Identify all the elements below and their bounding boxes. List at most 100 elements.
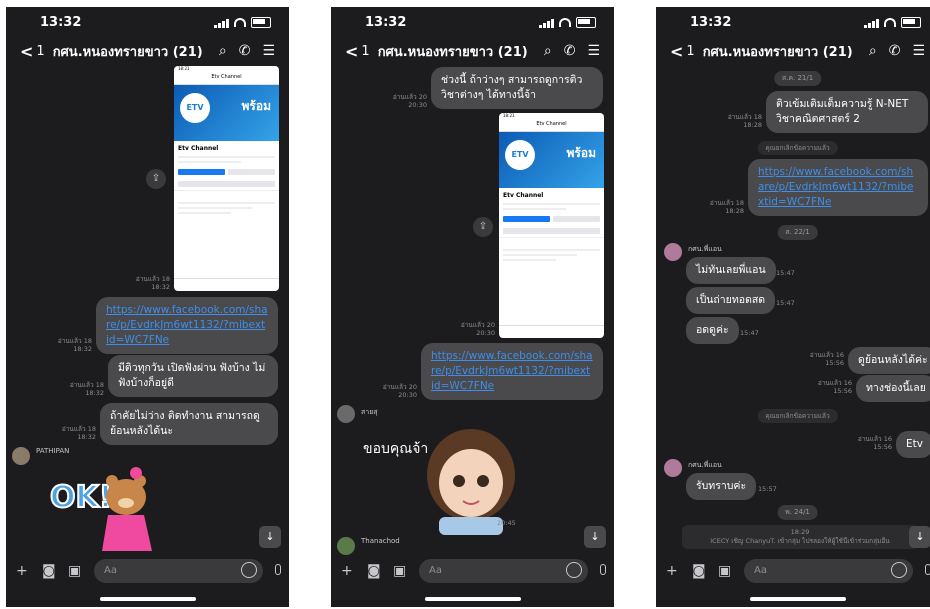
- facebook-screenshot-image[interactable]: 18:21 Etv Channel ETV พร้อม Etv Channel: [174, 66, 279, 291]
- read-meta: อ่านแล้ว 18 18:32: [61, 425, 96, 441]
- read-meta: อ่านแล้ว 20 20:30: [460, 321, 495, 337]
- microphone-icon[interactable]: [600, 564, 606, 575]
- camera-icon[interactable]: ◙: [42, 563, 56, 579]
- image-icon[interactable]: ▣: [718, 563, 731, 579]
- etv-logo: ETV: [505, 140, 535, 170]
- camera-icon[interactable]: ◙: [367, 563, 381, 579]
- avatar[interactable]: [337, 405, 355, 423]
- back-chevron-icon[interactable]: <: [345, 42, 358, 61]
- message-bubble[interactable]: ช่วงนี้ ถ้าว่างๆ สามารถดูการติววิชาต่างๆ…: [431, 67, 603, 109]
- emoji-icon[interactable]: [566, 562, 582, 578]
- chat-title: กศน.หนองทรายขาว (21): [702, 44, 853, 60]
- link-bubble[interactable]: https://www.facebook.com/share/p/EvdrkJm…: [748, 159, 928, 216]
- input-placeholder: Aa: [754, 565, 767, 576]
- message-input[interactable]: Aa: [94, 559, 263, 583]
- home-indicator: [424, 597, 521, 601]
- menu-icon[interactable]: ☰: [912, 43, 925, 59]
- cover-text: พร้อม: [566, 146, 596, 160]
- message-bubble[interactable]: มีติวทุกวัน เปิดฟังผ่าน ฟังบ้าง ไม่ฟังบ้…: [108, 355, 278, 397]
- message-bubble[interactable]: ทางช่องนี้เลย: [856, 375, 930, 402]
- message-input[interactable]: Aa: [419, 559, 588, 583]
- back-chevron-icon[interactable]: <: [670, 42, 683, 61]
- message-bubble[interactable]: อดดูค่ะ: [686, 317, 739, 344]
- signal-icon: [214, 18, 229, 28]
- plus-icon[interactable]: +: [341, 563, 353, 579]
- menu-icon[interactable]: ☰: [262, 43, 275, 59]
- wifi-icon: [234, 18, 246, 27]
- input-bar: + ◙ ▣ Aa: [6, 555, 289, 587]
- scroll-down-button[interactable]: ↓: [909, 526, 930, 548]
- phone-icon[interactable]: ✆: [889, 43, 901, 59]
- message-bubble[interactable]: รับทราบค่ะ: [686, 473, 757, 500]
- image-icon[interactable]: ▣: [68, 563, 81, 579]
- read-meta: อ่านแล้ว 16 15:56: [857, 435, 892, 451]
- date-separator: ส. 22/1: [777, 225, 818, 240]
- message-input[interactable]: Aa: [744, 559, 913, 583]
- menu-icon[interactable]: ☰: [587, 43, 600, 59]
- message-bubble[interactable]: Etv: [896, 431, 930, 458]
- avatar[interactable]: [12, 447, 30, 465]
- sticker-time: 20:45: [497, 519, 516, 527]
- message-bubble[interactable]: ไม่ทันเลยพี่แอน: [686, 257, 776, 284]
- date-separator: พ. 24/1: [777, 505, 818, 520]
- emoji-icon[interactable]: [241, 562, 257, 578]
- status-time: 13:32: [690, 15, 732, 30]
- shot-nav-title: Etv Channel: [174, 74, 279, 85]
- microphone-icon[interactable]: [275, 564, 281, 575]
- unread-count: 1: [686, 43, 695, 59]
- status-bar: 13:32: [6, 7, 289, 37]
- search-icon[interactable]: ⌕: [869, 43, 877, 59]
- plus-icon[interactable]: +: [666, 563, 678, 579]
- input-placeholder: Aa: [104, 565, 117, 576]
- battery-icon: [576, 17, 596, 28]
- share-icon[interactable]: ⇪: [473, 217, 493, 237]
- chat-title: กศน.หนองทรายขาว (21): [377, 44, 528, 60]
- plus-icon[interactable]: +: [16, 563, 28, 579]
- read-meta: อ่านแล้ว 18 18:32: [69, 381, 104, 397]
- sender-name: Thanachod: [361, 537, 400, 545]
- date-separator: ส.ค. 21/1: [773, 71, 822, 86]
- read-meta: อ่านแล้ว 18 18:32: [57, 337, 92, 353]
- emoji-icon[interactable]: [891, 562, 907, 578]
- input-placeholder: Aa: [429, 565, 442, 576]
- battery-icon: [251, 17, 271, 28]
- signal-icon: [539, 18, 554, 28]
- ok-bear-sticker[interactable]: OK!: [46, 463, 156, 553]
- status-time: 13:32: [40, 15, 82, 30]
- status-time: 13:32: [365, 15, 407, 30]
- phone-screen-1: 13:32 < 1 กศน.หนองทรายขาว (21) ⌕ ✆ ☰ 18:…: [6, 7, 289, 607]
- sender-name: PATHIPAN: [36, 447, 70, 455]
- back-chevron-icon[interactable]: <: [20, 42, 33, 61]
- message-bubble[interactable]: ดูย้อนหลังได้ค่ะ: [848, 347, 930, 374]
- share-icon[interactable]: ⇪: [146, 169, 166, 189]
- search-icon[interactable]: ⌕: [544, 43, 552, 59]
- link-bubble[interactable]: https://www.facebook.com/share/p/EvdrkJm…: [96, 297, 278, 354]
- avatar[interactable]: [664, 459, 682, 477]
- shot-cover: ETV พร้อม: [174, 85, 279, 141]
- scroll-down-button[interactable]: ↓: [259, 526, 281, 548]
- image-icon[interactable]: ▣: [393, 563, 406, 579]
- link-bubble[interactable]: https://www.facebook.com/share/p/EvdrkJm…: [421, 343, 603, 400]
- girl-thank-you-sticker[interactable]: ขอบคุณจ้า: [359, 417, 529, 535]
- chat-title: กศน.หนองทรายขาว (21): [52, 44, 203, 60]
- facebook-screenshot-image[interactable]: 18:21 Etv Channel ETV พร้อม Etv Channel: [499, 113, 604, 338]
- message-bubble[interactable]: ติวเข้มเติมเต็มความรู้ N-NET วิชาคณิตศาส…: [766, 91, 928, 133]
- message-bubble[interactable]: ถ้าคัยไม่ว่าง ติดทำงาน สามารถดูย้อนหลังไ…: [100, 403, 278, 445]
- search-icon[interactable]: ⌕: [219, 43, 227, 59]
- avatar[interactable]: [664, 243, 682, 261]
- phone-icon[interactable]: ✆: [564, 43, 576, 59]
- shot-cover: ETV พร้อม: [499, 132, 604, 188]
- message-time: 15:47: [740, 329, 759, 337]
- status-bar: 13:32: [331, 7, 614, 37]
- phone-icon[interactable]: ✆: [239, 43, 251, 59]
- read-meta: อ่านแล้ว 16 15:56: [809, 351, 844, 367]
- wifi-icon: [884, 18, 896, 27]
- camera-icon[interactable]: ◙: [692, 563, 706, 579]
- system-note-text: ICECY เชิญ ChanyuT. เข้ากลุ่ม ไปรลองให้ผ…: [710, 537, 890, 545]
- scroll-down-button[interactable]: ↓: [584, 526, 606, 548]
- input-bar: + ◙ ▣ Aa: [331, 555, 614, 587]
- message-bubble[interactable]: เป็นถ่ายทอดสด: [686, 287, 776, 314]
- microphone-icon[interactable]: [925, 564, 930, 575]
- avatar[interactable]: [337, 537, 355, 555]
- message-time: 15:47: [776, 299, 795, 307]
